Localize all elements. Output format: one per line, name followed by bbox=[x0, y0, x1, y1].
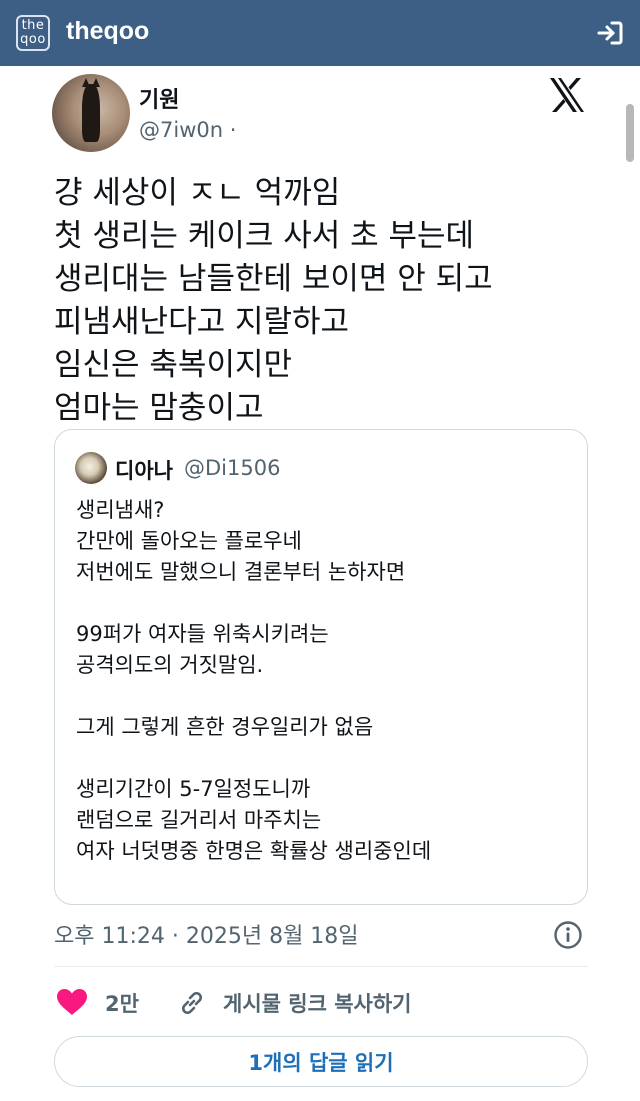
tweet-body-text: 걍 세상이 ㅈㄴ 억까임 첫 생리는 케이크 사서 초 부는데 생리대는 남들한… bbox=[54, 175, 493, 426]
info-icon[interactable] bbox=[552, 919, 584, 951]
author-handle[interactable]: @7iw0n · bbox=[139, 118, 236, 142]
cat-silhouette-icon bbox=[82, 78, 100, 142]
scrollbar[interactable] bbox=[626, 104, 634, 162]
quoted-author-name[interactable]: 디아나 bbox=[115, 455, 173, 485]
top-bar: the qoo theqoo bbox=[0, 0, 640, 66]
heart-icon[interactable] bbox=[56, 988, 88, 1016]
logo-text-bottom: qoo bbox=[20, 32, 46, 47]
quoted-author-avatar[interactable] bbox=[75, 452, 107, 484]
site-brand[interactable]: theqoo bbox=[66, 17, 149, 46]
x-logo-icon[interactable] bbox=[548, 77, 586, 113]
link-icon[interactable] bbox=[177, 988, 207, 1018]
theqoo-logo-icon[interactable]: the qoo bbox=[16, 15, 50, 51]
like-count[interactable]: 2만 bbox=[105, 988, 139, 1018]
read-replies-button[interactable]: 1개의 답글 읽기 bbox=[54, 1036, 588, 1087]
divider bbox=[54, 966, 588, 967]
quoted-tweet-text: 생리냄새? 간만에 돌아오는 플로우네 저번에도 말했으니 결론부터 논하자면 … bbox=[76, 498, 432, 863]
quoted-author-handle[interactable]: @Di1506 bbox=[184, 456, 280, 480]
author-display-name[interactable]: 기원 bbox=[139, 82, 179, 114]
login-icon[interactable] bbox=[596, 19, 624, 47]
quoted-tweet[interactable]: 디아나 @Di1506 생리냄새? 간만에 돌아오는 플로우네 저번에도 말했으… bbox=[54, 429, 588, 905]
logo-text-top: the bbox=[21, 18, 45, 33]
author-avatar[interactable] bbox=[52, 74, 130, 152]
tweet-timestamp[interactable]: 오후 11:24 · 2025년 8월 18일 bbox=[54, 918, 359, 950]
copy-post-link-button[interactable]: 게시물 링크 복사하기 bbox=[223, 988, 412, 1018]
